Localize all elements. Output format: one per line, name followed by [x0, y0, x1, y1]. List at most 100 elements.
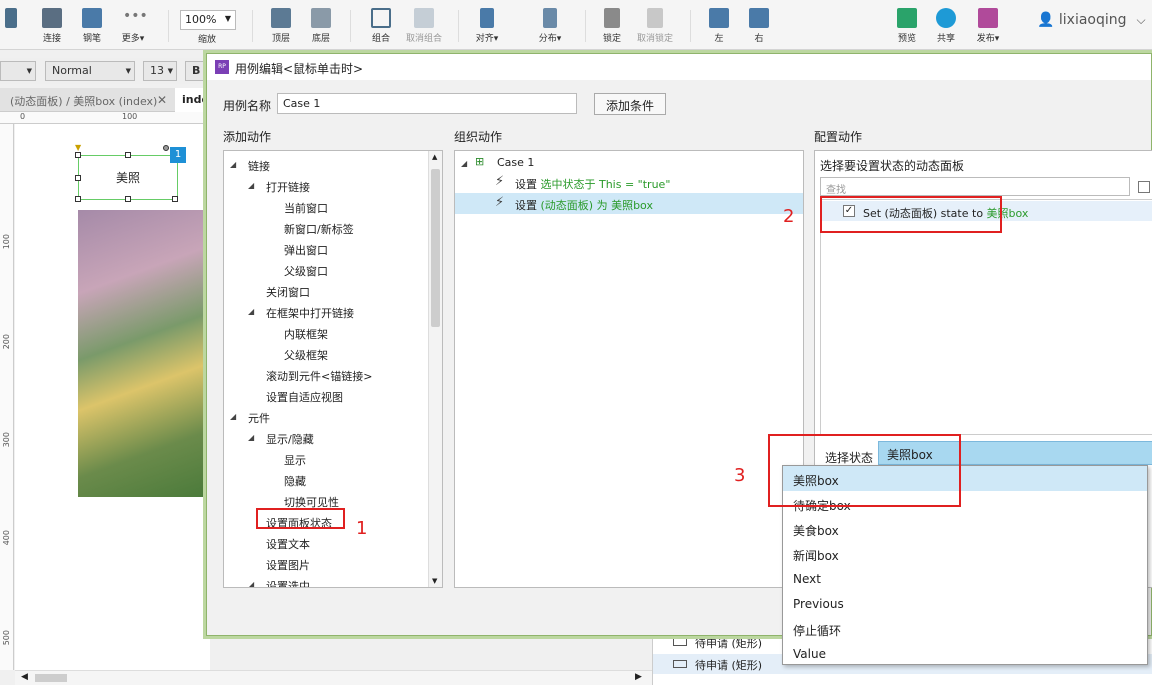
- tree-item-label: 新窗口/新标签: [284, 223, 354, 236]
- user-menu[interactable]: 👤 lixiaoqing ⌵: [1037, 12, 1146, 28]
- tree-item[interactable]: 当前窗口: [224, 196, 428, 217]
- preview-button[interactable]: 预览: [893, 8, 921, 44]
- dialog-titlebar[interactable]: RP 用例编辑<鼠标单击时>: [207, 54, 1151, 80]
- expand-icon[interactable]: ◢: [248, 181, 254, 190]
- publish-icon: [978, 8, 998, 28]
- horizontal-scrollbar[interactable]: ◀ ▶: [15, 670, 652, 685]
- dropdown-option[interactable]: Previous: [783, 591, 1147, 616]
- tree-item[interactable]: ◢ 在框架中打开链接: [224, 301, 428, 322]
- interaction-badge[interactable]: 1: [170, 147, 186, 163]
- dynamic-panel-widget[interactable]: 美照 ▼ 1: [75, 143, 186, 202]
- tree-item[interactable]: 父级框架: [224, 343, 428, 364]
- tree-item[interactable]: 显示: [224, 448, 428, 469]
- dialog-title: 用例编辑<鼠标单击时>: [235, 62, 364, 76]
- expand-icon[interactable]: ◢: [230, 160, 236, 169]
- tree-item-label: 元件: [248, 412, 270, 425]
- tab-index[interactable]: inde: [182, 93, 209, 106]
- tree-item[interactable]: 新窗口/新标签: [224, 217, 428, 238]
- connect-button[interactable]: 连接: [38, 8, 66, 44]
- tree-item[interactable]: ◢ 设置选中: [224, 574, 428, 587]
- tree-item[interactable]: 设置文本: [224, 532, 428, 553]
- unlock-button[interactable]: 取消锁定: [634, 8, 676, 44]
- close-icon[interactable]: ✕: [157, 93, 167, 107]
- item-label: 待申请 (矩形): [695, 659, 763, 672]
- main-toolbar: 连接 钢笔 ••• 更多▾ 100% ▼ 缩放 顶层 底层 组合 取消组合 对齐▾ …: [0, 0, 1152, 50]
- tree-item[interactable]: 关闭窗口: [224, 280, 428, 301]
- pen-button[interactable]: 钢笔: [78, 8, 106, 44]
- tree-item[interactable]: 父级窗口: [224, 259, 428, 280]
- annotation-box-1: [256, 508, 345, 529]
- tree-scrollbar[interactable]: ▲ ▼: [428, 151, 442, 587]
- case-name-value: Case 1: [283, 97, 321, 110]
- pen-label: 钢笔: [82, 34, 101, 44]
- resize-handle[interactable]: [75, 152, 81, 158]
- resize-handle[interactable]: [75, 175, 81, 181]
- case-label[interactable]: Case 1: [497, 156, 534, 169]
- tree-item[interactable]: 弹出窗口: [224, 238, 428, 259]
- font-size-select[interactable]: 13 ▼: [143, 61, 177, 81]
- bring-front-button[interactable]: 顶层: [266, 8, 296, 44]
- tree-item[interactable]: 内联框架: [224, 322, 428, 343]
- tree-item[interactable]: ◢ 打开链接: [224, 175, 428, 196]
- dynamic-panel-list[interactable]: ✓ Set (动态面板) state to 美照box: [820, 199, 1152, 435]
- expand-icon[interactable]: ◢: [248, 307, 254, 316]
- expand-icon[interactable]: ◢: [248, 580, 254, 587]
- lock-button[interactable]: 锁定: [598, 8, 626, 44]
- tree-item[interactable]: ◢ 显示/隐藏: [224, 427, 428, 448]
- scroll-thumb[interactable]: [35, 674, 67, 682]
- publish-button[interactable]: 发布▾: [972, 8, 1004, 44]
- ungroup-button[interactable]: 取消组合: [403, 8, 445, 44]
- align-button[interactable]: 对齐▾: [472, 8, 502, 44]
- send-back-button[interactable]: 底层: [306, 8, 336, 44]
- resize-handle[interactable]: [172, 196, 178, 202]
- tree-item-label: 显示/隐藏: [266, 433, 314, 446]
- tree-item[interactable]: 设置自适应视图: [224, 385, 428, 406]
- tree-item[interactable]: 滚动到元件<锚链接>: [224, 364, 428, 385]
- expand-icon[interactable]: ◢: [230, 412, 236, 421]
- dropdown-option[interactable]: Next: [783, 566, 1147, 591]
- action-step-selected[interactable]: ⚡ 设置 (动态面板) 为 美照box: [455, 193, 803, 214]
- tree-item[interactable]: ◢ 链接: [224, 154, 428, 175]
- action-step[interactable]: ⚡ 设置 选中状态于 This = "true": [455, 172, 803, 193]
- hide-unnamed-checkbox[interactable]: [1138, 181, 1150, 193]
- ruler-label: 0: [20, 112, 26, 121]
- tree-item-label: 弹出窗口: [284, 244, 328, 257]
- arrow-left-icon: ◀: [21, 672, 28, 682]
- dropdown-option[interactable]: 美食box: [783, 516, 1147, 541]
- send-back-label: 底层: [311, 34, 330, 44]
- left-button[interactable]: 左: [706, 8, 732, 44]
- organize-actions-panel[interactable]: ◢ ⊞ Case 1 ⚡ 设置 选中状态于 This = "true" ⚡ 设置…: [454, 150, 804, 588]
- tree-item-label: 关闭窗口: [266, 286, 310, 299]
- expand-icon[interactable]: ◢: [248, 433, 254, 442]
- zoom-label: 缩放: [197, 35, 216, 45]
- tree-item[interactable]: ◢ 元件: [224, 406, 428, 427]
- toolbar-clipped-item[interactable]: [0, 8, 22, 31]
- tree-item-label: 父级窗口: [284, 265, 328, 278]
- resize-handle[interactable]: [75, 196, 81, 202]
- style-select[interactable]: Normal ▼: [45, 61, 135, 81]
- dropdown-option[interactable]: 停止循环: [783, 616, 1147, 641]
- scroll-thumb[interactable]: [431, 169, 440, 327]
- tree-item[interactable]: 设置图片: [224, 553, 428, 574]
- share-button[interactable]: 共享: [932, 8, 960, 44]
- resize-handle[interactable]: [125, 152, 131, 158]
- tree-item-label: 内联框架: [284, 328, 328, 341]
- zoom-select[interactable]: 100% ▼: [180, 10, 236, 30]
- expand-icon[interactable]: ◢: [461, 159, 467, 168]
- resize-handle[interactable]: [125, 196, 131, 202]
- right-button[interactable]: 右: [746, 8, 772, 44]
- dropdown-option[interactable]: Value: [783, 641, 1147, 666]
- tree-item[interactable]: 隐藏: [224, 469, 428, 490]
- font-select[interactable]: ▼: [0, 61, 36, 81]
- search-input[interactable]: 查找: [820, 177, 1130, 196]
- zoom-value: 100%: [185, 13, 217, 26]
- add-condition-button[interactable]: 添加条件: [594, 93, 666, 115]
- case-name-input[interactable]: Case 1: [277, 93, 577, 114]
- more-button[interactable]: ••• 更多▾: [116, 8, 150, 44]
- dropdown-option[interactable]: 新闻box: [783, 541, 1147, 566]
- rotate-handle[interactable]: [163, 145, 169, 151]
- distribute-button[interactable]: 分布▾: [534, 8, 566, 44]
- tab-panel-state[interactable]: (动态面板) / 美照box (index): [10, 93, 157, 109]
- align-label: 对齐▾: [475, 34, 499, 44]
- group-button[interactable]: 组合: [366, 8, 396, 44]
